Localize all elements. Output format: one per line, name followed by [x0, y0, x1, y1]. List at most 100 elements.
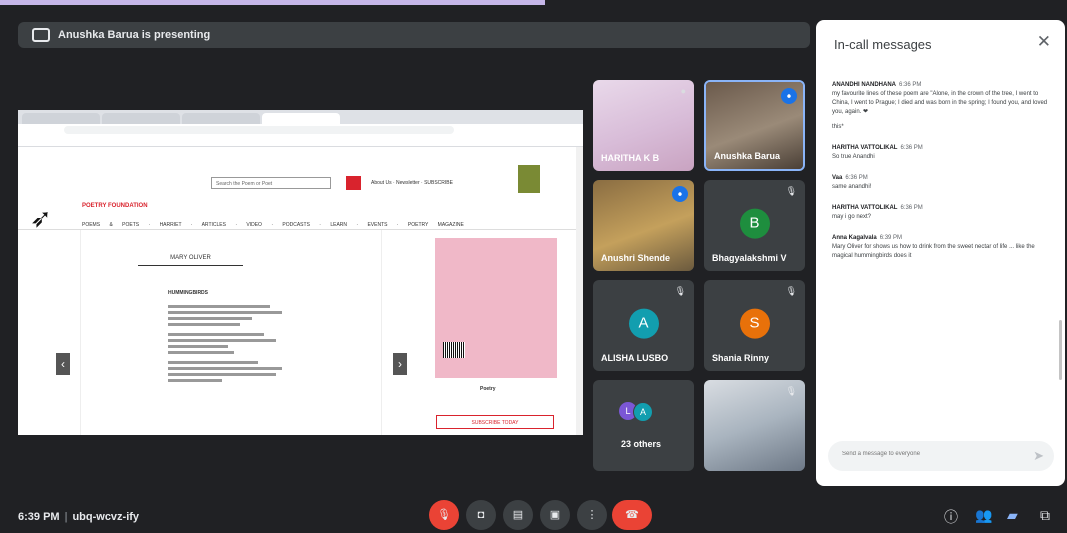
chat-panel: In-call messages ✕ ANANDHI NANDHANA 6:36 … — [816, 20, 1065, 486]
carousel-prev-icon: ‹ — [56, 353, 70, 375]
mic-off-icon: 🎙 — [785, 186, 797, 196]
chat-time: 6:36 PM — [845, 175, 868, 181]
participant-name: Shania Rinny — [712, 353, 770, 363]
captions-button[interactable]: ▤ — [503, 500, 533, 530]
info-icon[interactable]: ⓘ — [944, 507, 958, 527]
presenting-text: Anushka Barua is presenting — [58, 29, 211, 41]
chat-message: HARITHA VATTOLIKAL 6:36 PM So true Anandh… — [832, 145, 1054, 162]
shared-screen: Search the Poem or Poet About Us · Newsl… — [18, 110, 583, 435]
participant-tile[interactable]: ● HARITHA K B — [593, 80, 694, 171]
separator: | — [64, 511, 68, 523]
poem-title: HUMMINGBIRDS — [168, 290, 208, 296]
participant-tile[interactable]: B 🎙 Bhagyalakshmi V — [704, 180, 805, 271]
meeting-info: 6:39 PM | ubq-wcvz-ify — [18, 511, 139, 523]
about-links: About Us · Newsletter · SUBSCRIBE — [371, 180, 453, 186]
camera-icon: ◘ — [477, 509, 485, 521]
send-icon[interactable]: ➤ — [1033, 448, 1044, 464]
chat-time: 6:36 PM — [900, 145, 923, 151]
site-nav: POEMS & POETS · HARRIET · ARTICLES · VID… — [82, 222, 464, 228]
carousel-next-icon: › — [393, 353, 407, 375]
chat-input-container: ➤ — [828, 441, 1054, 471]
chat-time: 6:39 PM — [879, 235, 903, 241]
site-search-button — [346, 176, 361, 190]
chat-message: Vaa 6:36 PM same anandhi! — [832, 175, 1054, 192]
browser-tab-active — [262, 113, 340, 124]
captions-icon: ▤ — [512, 509, 524, 521]
foundation-logo-text: POETRY FOUNDATION — [82, 203, 148, 209]
chat-sender: HARITHA VATTOLIKAL — [832, 205, 898, 211]
chat-sender: ANANDHI NANDHANA — [832, 82, 896, 88]
chat-message-input[interactable] — [840, 450, 1024, 458]
meeting-time: 6:39 PM — [18, 511, 60, 523]
chat-title: In-call messages — [834, 37, 932, 52]
more-icon: ⋮ — [586, 509, 598, 521]
participant-name: Anushri Shende — [601, 253, 671, 263]
participant-name: Bhagyalakshmi V — [712, 253, 787, 263]
mic-off-icon: 🎙 — [785, 386, 797, 396]
browser-tabs — [18, 110, 583, 124]
chat-sender: Anna Kagalvala — [832, 235, 877, 241]
chat-sender: Vaa — [832, 175, 843, 181]
speaking-icon: ⦁ — [781, 88, 797, 104]
activities-icon[interactable]: ⧉ — [1040, 507, 1050, 524]
speaking-icon: ⦁ — [672, 186, 688, 202]
url-field — [64, 126, 454, 134]
chat-time: 6:36 PM — [900, 205, 923, 211]
avatar: A — [628, 308, 659, 339]
browser-tab — [22, 113, 100, 124]
presenting-bar: Anushka Barua is presenting — [18, 22, 810, 48]
others-tile[interactable]: L A 23 others — [593, 380, 694, 471]
chat-text: So true Anandhi — [832, 154, 875, 160]
url-bar — [18, 124, 583, 136]
chat-icon[interactable]: ▰ — [1007, 507, 1018, 524]
participant-tile[interactable]: A 🎙 ALISHA LUSBO — [593, 280, 694, 371]
camera-toggle-button[interactable]: ◘ — [466, 500, 496, 530]
subscribe-button: SUBSCRIBE TODAY — [436, 415, 554, 429]
participant-name: Anushka Barua — [714, 151, 781, 161]
chat-text: Mary Oliver for shows us how to drink fr… — [832, 244, 1035, 259]
avatar: B — [739, 208, 770, 239]
chat-text: my favourite lines of these poem are "Al… — [832, 91, 1048, 115]
mic-off-icon: 🎙 — [674, 286, 686, 296]
browser-tab — [102, 113, 180, 124]
site-header: Search the Poem or Poet About Us · Newsl… — [18, 147, 583, 233]
poem-text — [168, 305, 288, 385]
magazine-cover-thumb — [518, 165, 540, 193]
end-call-icon: ☎ — [625, 509, 639, 521]
participant-name: ALISHA LUSBO — [601, 353, 669, 363]
end-call-button[interactable]: ☎ — [612, 500, 652, 530]
people-icon[interactable]: 👥 — [975, 507, 992, 524]
magazine-title: Poetry — [480, 386, 496, 392]
chat-scrollbar[interactable] — [1059, 320, 1062, 380]
participant-tile-presenting[interactable]: ⦁ Anushka Barua — [704, 80, 805, 171]
participant-tile[interactable]: S 🎙 Shania Rinny — [704, 280, 805, 371]
site-scrollbar — [576, 147, 583, 435]
pegasus-logo-icon: ➶ — [30, 203, 52, 233]
top-strip — [0, 0, 545, 5]
close-icon[interactable]: ✕ — [1037, 32, 1051, 52]
site-search-field: Search the Poem or Poet — [211, 177, 331, 189]
poem-author: MARY OLIVER — [138, 255, 243, 266]
chat-messages: ANANDHI NANDHANA 6:36 PM my favourite lin… — [832, 82, 1054, 274]
more-options-button[interactable]: ⋮ — [577, 500, 607, 530]
participant-name: HARITHA K B — [601, 153, 660, 163]
chat-sender: HARITHA VATTOLIKAL — [832, 145, 898, 151]
chat-time: 6:36 PM — [899, 82, 922, 88]
mic-off-icon: 🎙 — [437, 509, 451, 521]
chat-text: same anandhi! — [832, 184, 872, 190]
participant-tile[interactable]: ⦁ Anushri Shende — [593, 180, 694, 271]
avatar: S — [739, 308, 770, 339]
present-button[interactable]: ▣ — [540, 500, 570, 530]
present-to-all-icon — [32, 28, 50, 42]
others-count: 23 others — [621, 439, 662, 449]
browser-tab — [182, 113, 260, 124]
chat-text: this* — [832, 124, 844, 130]
chat-message: ANANDHI NANDHANA 6:36 PM my favourite lin… — [832, 82, 1054, 132]
chat-text: may i go next? — [832, 214, 872, 220]
participant-tile[interactable]: 🎙 — [704, 380, 805, 471]
mic-off-icon: 🎙 — [785, 286, 797, 296]
chat-message: HARITHA VATTOLIKAL 6:36 PM may i go next? — [832, 205, 1054, 222]
bookmarks-bar — [18, 136, 583, 147]
barcode-icon — [443, 342, 465, 358]
mic-toggle-button[interactable]: 🎙 — [429, 500, 459, 530]
